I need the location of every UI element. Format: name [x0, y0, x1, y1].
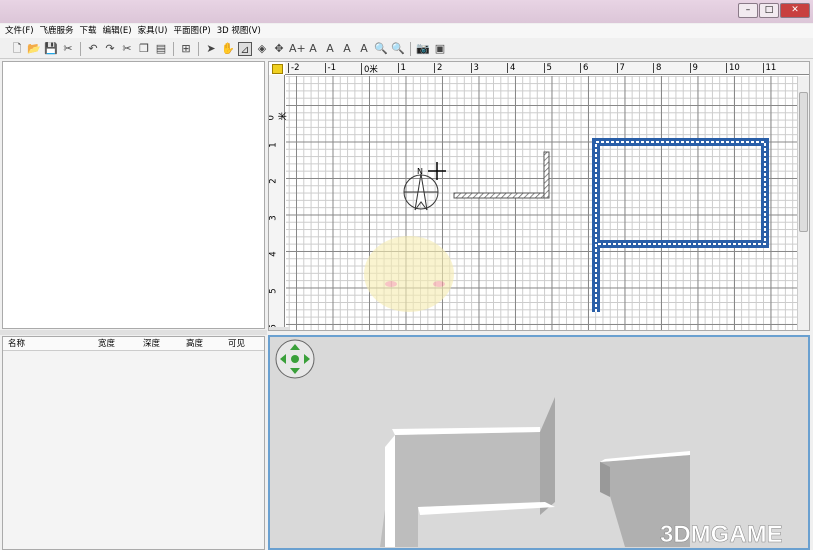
crosshair-cursor-icon [428, 162, 446, 180]
bold-icon[interactable]: A [340, 42, 354, 56]
minimize-button[interactable]: – [738, 3, 758, 18]
menu-item-1[interactable]: 飞鹿服务 [40, 24, 74, 38]
maximize-button[interactable]: □ [759, 3, 779, 18]
furniture-table-header: 名称 宽度 深度 高度 可见 [3, 337, 264, 351]
furniture-table[interactable]: 名称 宽度 深度 高度 可见 [2, 336, 265, 550]
paste-icon[interactable]: ▤ [154, 42, 168, 56]
column-height[interactable]: 高度 [186, 337, 228, 350]
column-depth[interactable]: 深度 [143, 337, 186, 350]
title-bar: – □ ✕ [0, 0, 813, 23]
3d-walls [380, 397, 690, 547]
menu-item-2[interactable]: 下载 [80, 24, 97, 38]
wall-l-shape[interactable] [453, 151, 550, 199]
toolbar-separator [410, 41, 411, 56]
select-icon[interactable]: ➤ [204, 42, 218, 56]
column-width[interactable]: 宽度 [98, 337, 143, 350]
zoom-in-icon[interactable]: 🔍 [374, 42, 388, 56]
create-walls-icon[interactable]: ⊿ [238, 41, 252, 56]
italic-icon[interactable]: A [357, 42, 371, 56]
3d-scene: 3DMGAME [275, 339, 783, 548]
open-icon[interactable]: 📂 [27, 42, 41, 56]
zoom-out-icon[interactable]: 🔍 [391, 42, 405, 56]
redo-icon[interactable]: ↷ [103, 42, 117, 56]
furniture-catalog-tree[interactable] [2, 61, 265, 329]
undo-icon[interactable]: ↶ [86, 42, 100, 56]
text-style2-icon[interactable]: A [323, 42, 337, 56]
compass-icon[interactable] [403, 173, 439, 211]
save-icon[interactable]: 💾 [44, 42, 58, 56]
cut-icon[interactable]: ✂ [120, 42, 134, 56]
create-dimensions-icon[interactable]: ✥ [272, 42, 286, 56]
menu-bar: 文件(F) 飞鹿服务 下载 编辑(E) 家具(U) 平面图(P) 3D 视图(V) [0, 24, 813, 38]
new-icon[interactable]: 🗋 [10, 42, 24, 56]
watermark-text: 3DMGAME [660, 521, 783, 548]
left-splitter[interactable] [0, 330, 267, 335]
selected-walls[interactable] [592, 138, 769, 312]
close-button[interactable]: ✕ [780, 3, 810, 18]
3d-view[interactable]: 3DMGAME [268, 335, 810, 550]
plan-drawing: N [364, 138, 769, 312]
photo-icon[interactable]: 📷 [416, 42, 430, 56]
cut-prefs-icon[interactable]: ✂ [61, 42, 75, 56]
compass-label: N [417, 167, 423, 176]
navigation-arrows-icon[interactable] [275, 339, 315, 379]
mascot-watermark [364, 236, 454, 312]
add-text-icon[interactable]: A+ [289, 42, 306, 56]
pan-icon[interactable]: ✋ [221, 42, 235, 56]
toolbar: 🗋 📂 💾 ✂ ↶ ↷ ✂ ❐ ▤ ⊞ ➤ ✋ ⊿ ◈ ✥ A+ A A A A 🔍 🔍 📷 ▣ [0, 39, 813, 59]
video-icon[interactable]: ▣ [433, 42, 447, 56]
menu-item-3[interactable]: 编辑(E) [103, 24, 132, 38]
plan-view[interactable]: -2-10米1234567891011 0米123456 N [268, 61, 810, 331]
column-visible[interactable]: 可见 [228, 337, 258, 350]
menu-item-0[interactable]: 文件(F) [5, 24, 34, 38]
add-furniture-icon[interactable]: ⊞ [179, 42, 193, 56]
copy-icon[interactable]: ❐ [137, 42, 151, 56]
toolbar-separator [173, 41, 174, 56]
column-name[interactable]: 名称 [3, 337, 98, 350]
toolbar-separator [198, 41, 199, 56]
menu-item-4[interactable]: 家具(U) [138, 24, 168, 38]
create-rooms-icon[interactable]: ◈ [255, 42, 269, 56]
toolbar-separator [80, 41, 81, 56]
text-style-icon[interactable]: A [306, 42, 320, 56]
menu-item-5[interactable]: 平面图(P) [173, 24, 210, 38]
menu-item-6[interactable]: 3D 视图(V) [217, 24, 261, 38]
